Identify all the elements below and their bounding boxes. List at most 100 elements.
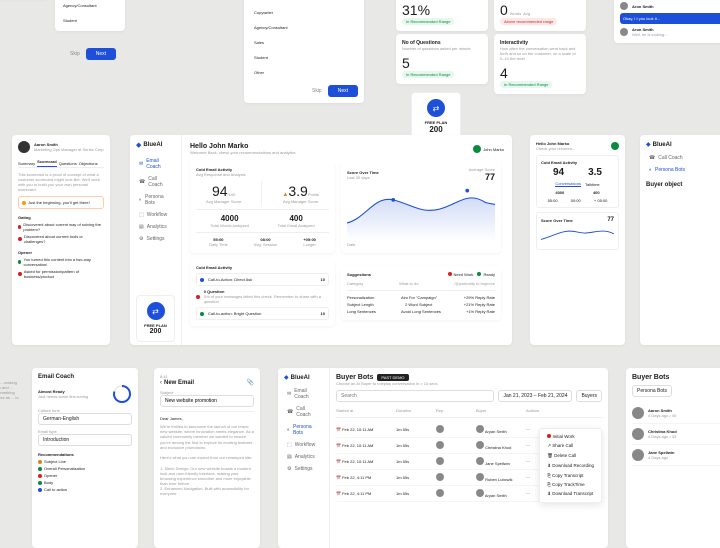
- rec-title: Recommendations: [38, 452, 132, 457]
- actions-menu: Initial Work ↗ Share Call 🗑 Delete Call …: [539, 428, 602, 503]
- menu-copy-tracktime[interactable]: ⎘ Copy TrackTime: [543, 480, 598, 489]
- col-header: Category: [347, 281, 363, 286]
- pass-icon: [200, 312, 204, 316]
- role-option[interactable]: Agency/Consultant: [250, 21, 358, 34]
- time-label: Longer: [303, 242, 315, 247]
- intro-text: This scorecard is a proof of concept of …: [18, 172, 104, 192]
- date-filter[interactable]: Jan 21, 2023 – Feb 21, 2024: [498, 390, 572, 402]
- rec-item: Call to action: [44, 487, 67, 492]
- nav-analytics[interactable]: ▤ Analytics: [284, 451, 323, 463]
- cold-score: 10: [321, 311, 325, 316]
- nav-call-coach[interactable]: ☎ Call Coach: [646, 152, 720, 164]
- nav-email-coach[interactable]: ✉Email Coach: [136, 155, 175, 173]
- nav-persona-bots[interactable]: ◐ Persona Bots: [284, 421, 323, 439]
- avatar[interactable]: [611, 142, 619, 150]
- gear-icon: ⚙: [139, 236, 143, 242]
- list-item[interactable]: Christina Khod4 Days ago • 33: [632, 424, 720, 445]
- words-label: Total Words Analyzed: [210, 223, 248, 228]
- tab-summary[interactable]: Summary: [18, 161, 35, 166]
- culture-select[interactable]: German-English: [38, 413, 132, 425]
- avatar[interactable]: [473, 145, 481, 153]
- subject-input[interactable]: [160, 395, 254, 407]
- metric-value: 31%: [402, 2, 482, 18]
- list-item[interactable]: Aaron Smith4 Days ago • 45: [632, 403, 720, 424]
- menu-initial-work[interactable]: Initial Work: [543, 432, 598, 441]
- nav-analytics[interactable]: ▤Analytics: [136, 221, 175, 233]
- list-item[interactable]: Jane Spellwin4 Days ago: [632, 445, 720, 466]
- sugg-action: 2 Word Subject: [405, 302, 432, 307]
- metric-sub: How often the conversation went back and…: [500, 46, 580, 61]
- sugg-cat: Personalization: [347, 295, 374, 300]
- next-button[interactable]: Next: [328, 85, 358, 97]
- legend-label: Need Work: [454, 272, 474, 277]
- tab-conversations[interactable]: Conversations: [555, 181, 581, 187]
- menu-delete-call[interactable]: 🗑 Delete Call: [543, 451, 598, 461]
- nav-persona-bots[interactable]: ◐Persona Bots: [136, 191, 175, 209]
- rec-item: Opener: [44, 473, 57, 478]
- pass-icon: [38, 481, 42, 485]
- type-select[interactable]: Introduction: [38, 434, 132, 446]
- speaker-name: Aron Smith: [632, 4, 654, 9]
- sugg-impact: +29% Reply Rate: [464, 295, 495, 300]
- plan-count: 200: [143, 328, 168, 335]
- bot-icon: ◐: [139, 197, 142, 203]
- role-option[interactable]: Sales: [250, 36, 358, 49]
- nav-call-coach[interactable]: ☎Call Coach: [136, 173, 175, 191]
- cold-score: 10: [321, 277, 325, 282]
- menu-copy-transcript[interactable]: ⎘ Copy Transcript: [543, 471, 598, 480]
- skip-button[interactable]: Skip: [312, 88, 322, 94]
- tab-talktime[interactable]: Talktime: [585, 182, 600, 187]
- buyer-filter[interactable]: Buyers: [576, 390, 602, 402]
- mini-time: 55:00: [548, 198, 558, 203]
- search-input[interactable]: [336, 390, 494, 402]
- col-header[interactable]: Duration: [396, 408, 436, 413]
- metric-avg: Avg: [523, 11, 530, 16]
- email-body[interactable]: We're thrilled to announce the launch of…: [160, 424, 254, 497]
- warn-icon: [38, 460, 42, 464]
- time-label: Avg. Session: [254, 242, 277, 247]
- col-header[interactable]: Started at: [336, 408, 396, 413]
- tab-questions[interactable]: Questions: [59, 161, 77, 166]
- avatar: [620, 28, 628, 36]
- col-header: What to do: [399, 281, 418, 286]
- score-value: 94: [212, 183, 228, 199]
- nav-call-coach[interactable]: ☎ Call Coach: [284, 403, 323, 421]
- nav-email-coach[interactable]: ✉ Email Coach: [284, 385, 323, 403]
- mini-words: 4000: [555, 190, 564, 195]
- buyer-obj-title: Buyer object: [646, 182, 720, 188]
- persona-tab[interactable]: Persona Bots: [632, 385, 672, 397]
- mail-icon: [200, 278, 204, 282]
- attach-icon[interactable]: 📎: [247, 379, 254, 386]
- logo-icon: ◆: [284, 374, 289, 381]
- nav-settings[interactable]: ⚙Settings: [136, 233, 175, 245]
- menu-download-transcript[interactable]: ⬇ Download Transcript: [543, 489, 598, 499]
- role-option[interactable]: Agency/Consultant: [59, 0, 121, 12]
- nav-settings[interactable]: ⚙ Settings: [284, 463, 323, 475]
- mini-pts: 3.5: [588, 167, 602, 178]
- col-header[interactable]: Actions: [526, 408, 566, 413]
- back-icon[interactable]: ‹: [160, 380, 162, 386]
- menu-share-call[interactable]: ↗ Share Call: [543, 441, 598, 451]
- role-option[interactable]: Student: [250, 51, 358, 64]
- menu-download-rec[interactable]: ⬇ Download Recording: [543, 461, 598, 471]
- suggestions-title: Suggestions: [347, 272, 371, 277]
- role-option[interactable]: Other: [250, 66, 358, 79]
- next-button[interactable]: Next: [86, 48, 116, 60]
- avatar: [620, 2, 628, 10]
- new-email-title: New Email: [164, 380, 194, 386]
- col-header[interactable]: Buyer: [476, 408, 526, 413]
- brand: BlueAI: [291, 375, 310, 381]
- role-option[interactable]: Student: [59, 14, 121, 27]
- tab-objections[interactable]: Objections: [79, 161, 98, 166]
- skip-button[interactable]: Skip: [70, 51, 80, 57]
- role-option[interactable]: Copywriter: [250, 6, 358, 19]
- score-chart: [347, 186, 495, 242]
- col-header[interactable]: Rep: [436, 408, 476, 413]
- tab-scorecard[interactable]: Scorecard: [37, 159, 57, 167]
- metric-unit: Words: [510, 11, 521, 16]
- role-option[interactable]: Freelance: [250, 0, 358, 4]
- nav-workflow[interactable]: ⬚Workflow: [136, 209, 175, 221]
- nav-persona-bots[interactable]: ◐ Persona Bots: [646, 164, 720, 176]
- nav-workflow[interactable]: ⬚ Workflow: [284, 439, 323, 451]
- email-coach-title: Email Coach: [38, 374, 74, 380]
